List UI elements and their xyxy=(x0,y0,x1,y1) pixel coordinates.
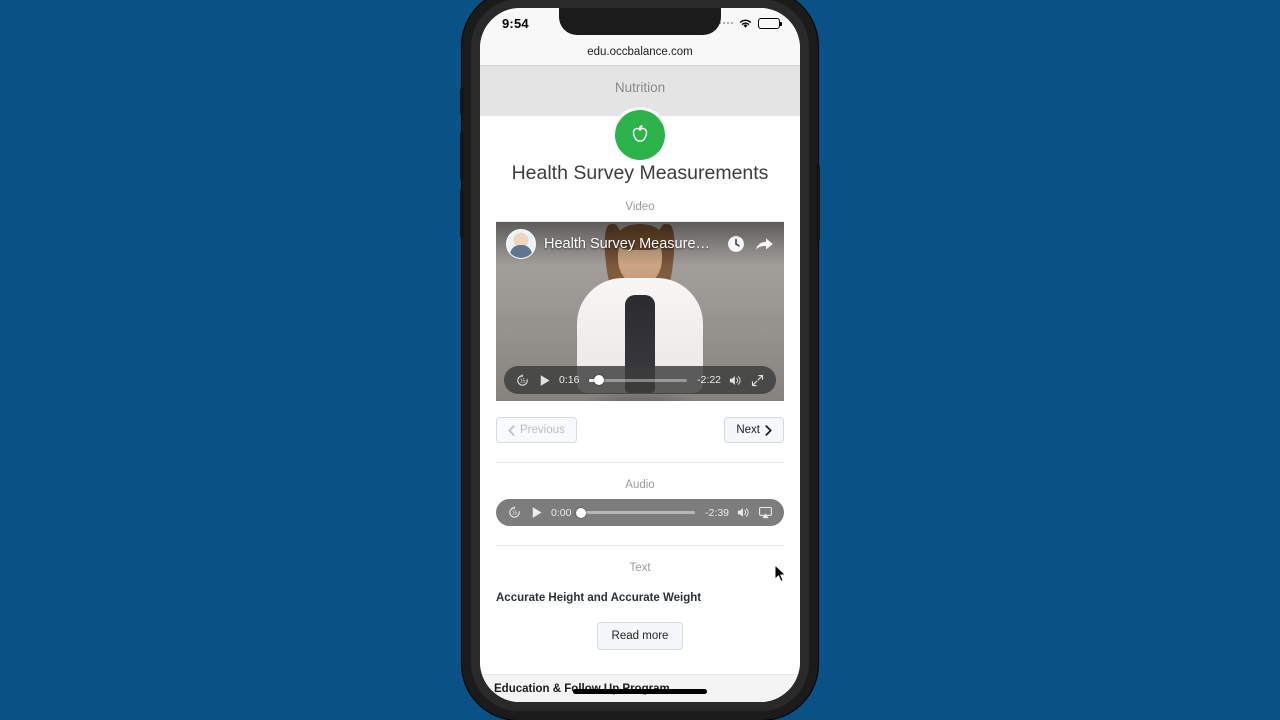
fullscreen-icon[interactable] xyxy=(750,373,765,388)
video-top-overlay: Health Survey Measureme... xyxy=(496,222,784,266)
chevron-right-icon xyxy=(765,424,772,436)
previous-button-label: Previous xyxy=(520,424,565,436)
module-name-label: Nutrition xyxy=(614,80,666,95)
battery-icon xyxy=(758,17,782,29)
mute-switch-button[interactable] xyxy=(460,88,464,114)
section-divider-audio xyxy=(496,462,784,463)
chevron-left-icon xyxy=(508,424,515,436)
video-elapsed-time: 0:16 xyxy=(559,374,580,386)
svg-text:15: 15 xyxy=(520,378,526,384)
rewind-15-icon[interactable]: 15 xyxy=(507,505,522,520)
url-text: edu.occbalance.com xyxy=(587,45,693,58)
browser-url-bar[interactable]: edu.occbalance.com xyxy=(480,38,800,66)
volume-icon[interactable] xyxy=(736,505,751,520)
text-body: Accurate Height and Accurate Weight xyxy=(496,592,702,604)
page-content: Nutrition Health Survey Measurements Vid… xyxy=(480,66,800,702)
rewind-15-icon[interactable]: 15 xyxy=(515,373,530,388)
status-bar-icons xyxy=(718,17,782,29)
previous-button[interactable]: Previous xyxy=(496,417,577,443)
home-indicator[interactable] xyxy=(573,689,707,694)
phone-screen: 9:54 edu.occbalance.com Nutrition Health… xyxy=(480,8,800,702)
volume-icon[interactable] xyxy=(728,373,743,388)
video-remaining-time: -2:22 xyxy=(697,374,721,386)
section-label-audio: Audio xyxy=(625,479,655,491)
read-more-wrapper: Read more xyxy=(480,622,800,650)
status-bar-time: 9:54 xyxy=(502,15,529,31)
section-label-text: Text xyxy=(629,562,651,574)
power-button[interactable] xyxy=(816,165,820,241)
video-controls[interactable]: 15 0:16 -2:22 xyxy=(504,366,776,394)
svg-text:15: 15 xyxy=(512,511,518,517)
signal-dots-icon xyxy=(718,21,733,25)
next-button-label: Next xyxy=(736,424,760,436)
volume-up-button[interactable] xyxy=(460,132,464,180)
volume-down-button[interactable] xyxy=(460,190,464,238)
audio-progress-bar[interactable] xyxy=(576,507,696,518)
share-arrow-icon[interactable] xyxy=(754,234,774,254)
wifi-icon xyxy=(739,19,752,28)
audio-player[interactable]: 15 0:00 -2:39 xyxy=(496,499,784,526)
channel-avatar[interactable] xyxy=(506,229,536,259)
video-title-overlay[interactable]: Health Survey Measureme... xyxy=(544,236,718,252)
lesson-navigation: Previous Next xyxy=(480,401,800,443)
airplay-icon[interactable] xyxy=(758,505,773,520)
video-progress-bar[interactable] xyxy=(589,375,688,385)
page-footer: Education & Follow Up Program xyxy=(480,674,800,702)
clock-icon[interactable] xyxy=(726,234,746,254)
module-header: Nutrition xyxy=(480,66,800,160)
video-player[interactable]: Health Survey Measureme... 15 0:16 -2:22 xyxy=(496,221,784,401)
play-icon[interactable] xyxy=(529,505,544,520)
phone-notch xyxy=(559,8,721,35)
section-label-video: Video xyxy=(625,201,655,213)
play-icon[interactable] xyxy=(537,373,552,388)
read-more-button[interactable]: Read more xyxy=(596,622,684,650)
page-title: Health Survey Measurements xyxy=(511,162,769,184)
phone-device-frame: 9:54 edu.occbalance.com Nutrition Health… xyxy=(460,0,820,720)
audio-elapsed-time: 0:00 xyxy=(551,506,572,519)
section-divider-text xyxy=(496,545,784,546)
audio-remaining-time: -2:39 xyxy=(705,506,729,519)
apple-icon xyxy=(615,110,665,160)
next-button[interactable]: Next xyxy=(724,417,784,443)
